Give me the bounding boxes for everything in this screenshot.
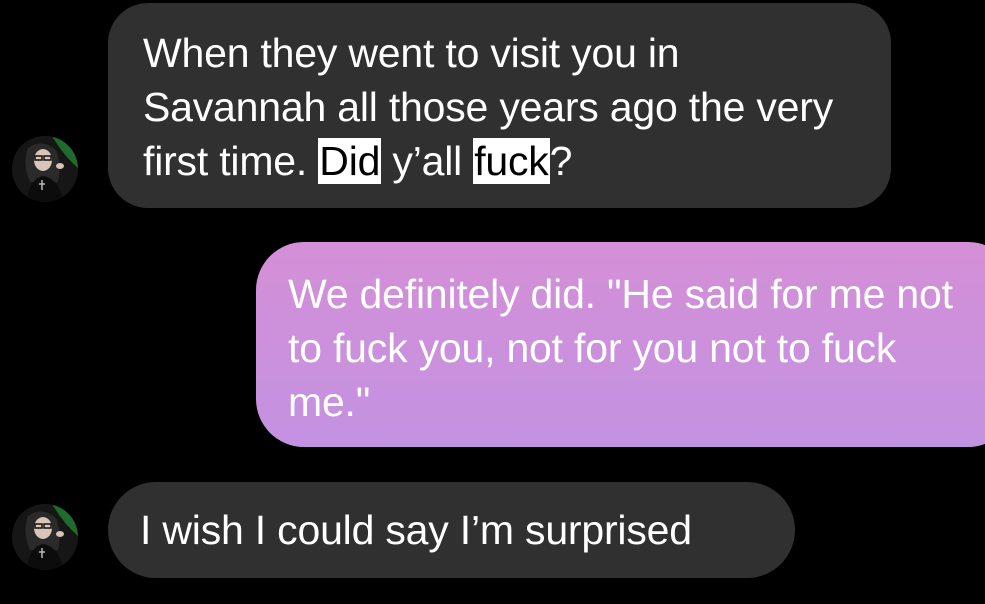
- message-thread: When they went to visit you in Savannah …: [0, 0, 985, 604]
- incoming-message-bubble[interactable]: I wish I could say I’m surprised: [108, 482, 795, 578]
- highlighted-word: fuck: [473, 138, 550, 184]
- incoming-message-bubble[interactable]: When they went to visit you in Savannah …: [108, 3, 891, 208]
- contact-avatar-icon: [12, 136, 78, 202]
- contact-avatar[interactable]: [12, 504, 78, 570]
- contact-avatar-icon: [12, 504, 78, 570]
- message-text: We definitely did. "He said for me not t…: [288, 271, 953, 425]
- outgoing-message-bubble[interactable]: We definitely did. "He said for me not t…: [256, 242, 985, 447]
- message-text-segment: ?: [549, 138, 573, 184]
- message-text-segment: y’all: [381, 138, 474, 184]
- message-text: I wish I could say I’m surprised: [140, 507, 692, 553]
- contact-avatar[interactable]: [12, 136, 78, 202]
- highlighted-word: Did: [318, 138, 382, 184]
